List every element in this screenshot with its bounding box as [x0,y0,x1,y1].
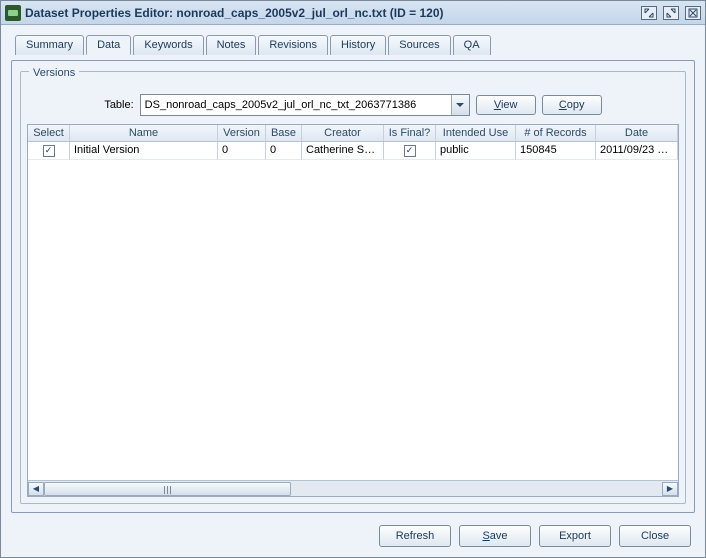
col-date[interactable]: Date [596,125,678,141]
window-frame: Dataset Properties Editor: nonroad_caps_… [0,0,706,558]
cell-creator: Catherine Se... [302,142,384,160]
tab-keywords[interactable]: Keywords [133,35,203,55]
is-final-checkbox[interactable] [404,145,416,157]
cell-intended-use: public [436,142,516,160]
table-header: Select Name Version Base Creator Is Fina… [28,125,678,142]
content-area: Summary Data Keywords Notes Revisions Hi… [1,25,705,557]
tab-strip: Summary Data Keywords Notes Revisions Hi… [11,35,695,55]
refresh-button[interactable]: Refresh [379,525,451,547]
col-is-final[interactable]: Is Final? [384,125,436,141]
bottom-button-bar: Refresh Save Export Close [11,519,695,549]
col-version[interactable]: Version [218,125,266,141]
versions-table: Select Name Version Base Creator Is Fina… [27,124,679,497]
view-button[interactable]: View [476,95,536,115]
tab-data[interactable]: Data [86,35,131,55]
maximize-button[interactable] [663,6,679,20]
tab-qa[interactable]: QA [453,35,491,55]
tab-sources[interactable]: Sources [388,35,450,55]
view-button-rest: iew [501,99,518,111]
window-title: Dataset Properties Editor: nonroad_caps_… [25,6,637,20]
col-name[interactable]: Name [70,125,218,141]
save-button-rest: ave [490,530,508,542]
scroll-track[interactable] [44,482,662,496]
versions-legend: Versions [29,67,79,79]
save-button[interactable]: Save [459,525,531,547]
horizontal-scrollbar[interactable]: ◀ ▶ [28,480,678,496]
versions-fieldset: Versions Table: View Copy Select Name Ve… [20,71,686,504]
scroll-left-button[interactable]: ◀ [28,482,44,496]
app-icon [5,5,21,21]
scroll-right-button[interactable]: ▶ [662,482,678,496]
close-button[interactable]: Close [619,525,691,547]
chevron-down-icon[interactable] [451,95,469,115]
table-row[interactable]: Initial Version 0 0 Catherine Se... publ… [28,142,678,160]
table-selector-row: Table: View Copy [27,90,679,124]
export-button[interactable]: Export [539,525,611,547]
table-combo[interactable] [140,94,470,116]
row-select-checkbox[interactable] [43,145,55,157]
scroll-thumb[interactable] [44,482,291,496]
tab-summary[interactable]: Summary [15,35,84,55]
tab-notes[interactable]: Notes [206,35,257,55]
cell-select[interactable] [28,142,70,160]
table-label: Table: [104,99,133,111]
tab-panel-data: Versions Table: View Copy Select Name Ve… [11,60,695,513]
col-base[interactable]: Base [266,125,302,141]
col-records[interactable]: # of Records [516,125,596,141]
cell-name: Initial Version [70,142,218,160]
col-intended-use[interactable]: Intended Use [436,125,516,141]
table-combo-input[interactable] [141,95,451,115]
cell-date: 2011/09/23 14:1 [596,142,678,160]
close-window-button[interactable] [685,6,701,20]
table-body: Initial Version 0 0 Catherine Se... publ… [28,142,678,480]
tab-revisions[interactable]: Revisions [258,35,328,55]
col-creator[interactable]: Creator [302,125,384,141]
cell-is-final [384,142,436,160]
titlebar: Dataset Properties Editor: nonroad_caps_… [1,1,705,25]
cell-base: 0 [266,142,302,160]
copy-button-rest: opy [567,99,585,111]
minimize-internal-button[interactable] [641,6,657,20]
tab-history[interactable]: History [330,35,386,55]
cell-records: 150845 [516,142,596,160]
copy-button[interactable]: Copy [542,95,602,115]
cell-version: 0 [218,142,266,160]
col-select[interactable]: Select [28,125,70,141]
window-controls [641,6,701,20]
